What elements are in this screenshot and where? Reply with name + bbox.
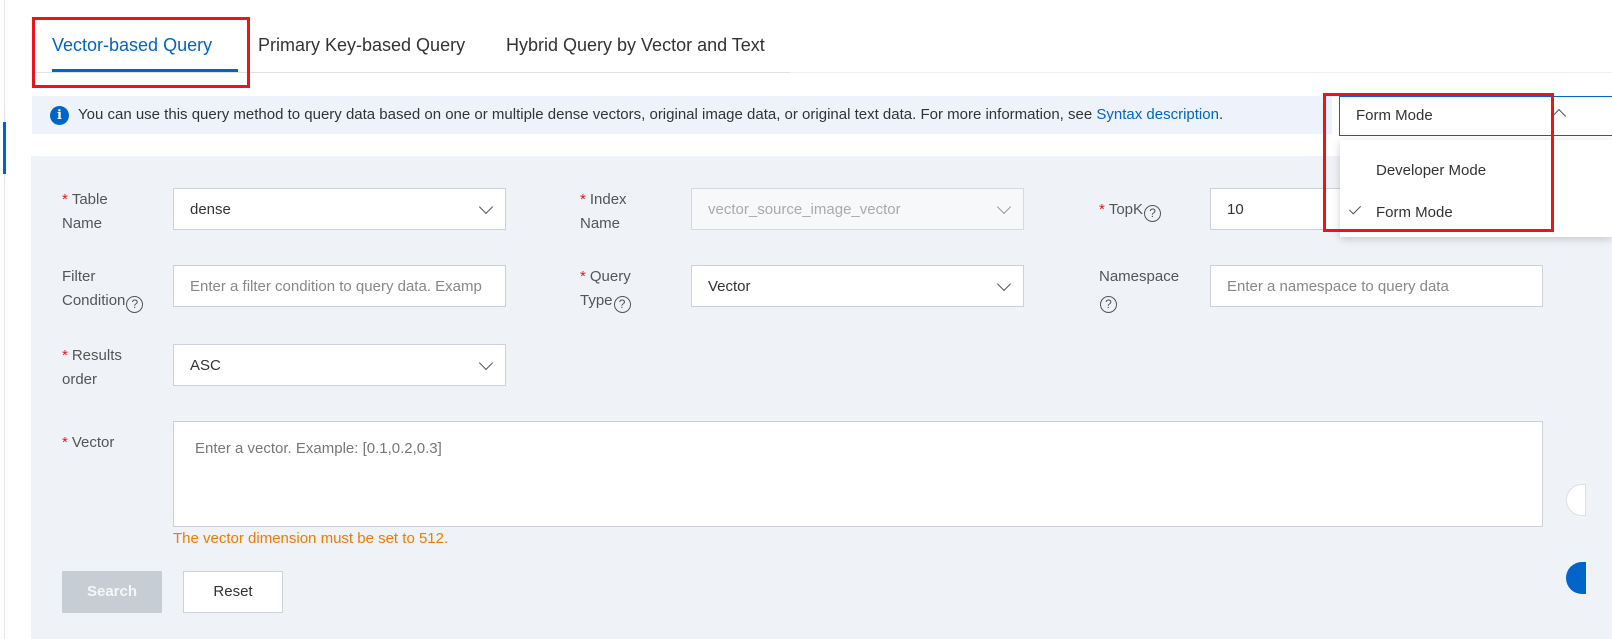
left-divider	[4, 0, 5, 639]
info-icon: i	[50, 106, 69, 125]
namespace-label: Namespace?	[1099, 268, 1180, 313]
left-accent-bar	[3, 122, 6, 174]
tab-primary-key-based-query[interactable]: Primary Key-based Query	[258, 18, 465, 73]
vector-textarea[interactable]: Enter a vector. Example: [0.1,0.2,0.3]	[173, 421, 1543, 527]
menu-item-developer-mode[interactable]: Developer Mode	[1340, 151, 1612, 191]
query-type-label: * Query Type?	[580, 268, 631, 313]
help-icon[interactable]: ?	[613, 296, 631, 313]
vector-dimension-warning: The vector dimension must be set to 512.	[173, 530, 449, 547]
mode-select[interactable]: Form Mode	[1339, 96, 1612, 136]
vector-label: * Vector	[62, 434, 115, 451]
active-tab-underline	[52, 69, 238, 72]
chevron-down-icon	[478, 355, 494, 371]
chevron-down-icon	[478, 199, 494, 215]
info-text: You can use this query method to query d…	[78, 106, 1224, 123]
results-order-select[interactable]: ASC	[173, 344, 506, 386]
help-icon[interactable]: ?	[126, 296, 144, 313]
topk-label: * TopK?	[1099, 198, 1162, 222]
menu-item-form-mode[interactable]: Form Mode	[1340, 193, 1612, 233]
reset-button[interactable]: Reset	[183, 571, 283, 613]
help-icon[interactable]: ?	[1100, 296, 1117, 313]
table-name-select[interactable]: dense	[173, 188, 506, 230]
help-icon[interactable]: ?	[1144, 205, 1162, 222]
tab-hybrid-query[interactable]: Hybrid Query by Vector and Text	[506, 18, 765, 73]
query-tabs: Vector-based Query Primary Key-based Que…	[32, 18, 790, 73]
chevron-up-icon	[1551, 108, 1567, 124]
topk-input[interactable]: 10	[1210, 188, 1340, 230]
filter-condition-input[interactable]: Enter a filter condition to query data. …	[173, 265, 506, 307]
search-button[interactable]: Search	[62, 571, 162, 613]
tabs-divider	[790, 72, 1612, 73]
chevron-down-icon	[996, 276, 1012, 292]
syntax-description-link[interactable]: Syntax description	[1096, 106, 1219, 123]
mode-select-value: Form Mode	[1356, 107, 1433, 124]
index-name-select: vector_source_image_vector	[691, 188, 1024, 230]
index-name-label: * Index Name	[580, 191, 627, 232]
tab-vector-based-query[interactable]: Vector-based Query	[52, 18, 212, 73]
results-order-label: * Results order	[62, 347, 122, 388]
query-type-select[interactable]: Vector	[691, 265, 1024, 307]
check-icon	[1348, 202, 1362, 215]
table-name-label: * Table Name	[62, 191, 108, 232]
info-banner: i You can use this query method to query…	[32, 96, 1332, 134]
mode-dropdown-menu: Developer Mode Form Mode	[1340, 140, 1612, 237]
namespace-input[interactable]: Enter a namespace to query data	[1210, 265, 1543, 307]
filter-condition-label: Filter Condition?	[62, 265, 144, 313]
chevron-down-icon	[996, 199, 1012, 215]
